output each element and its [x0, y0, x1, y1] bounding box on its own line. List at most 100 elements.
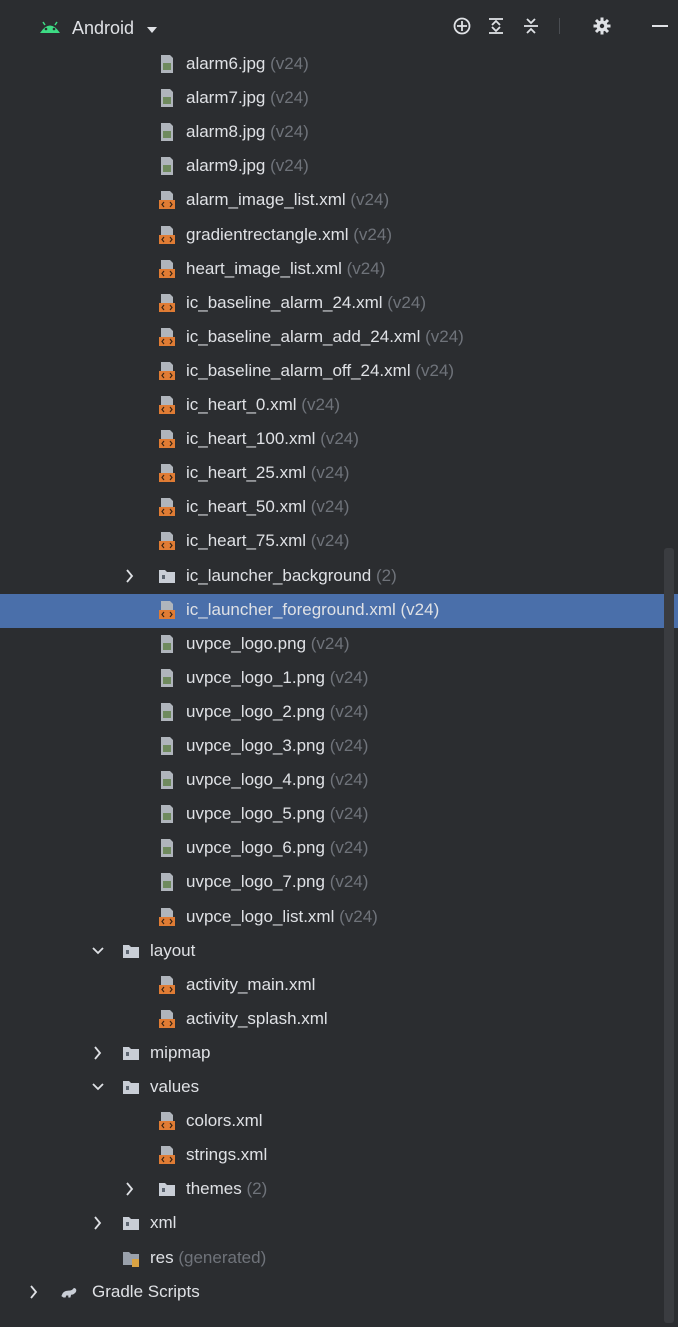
tree-row[interactable]: layout [0, 935, 678, 969]
file-name: uvpce_logo_1.png [186, 667, 325, 687]
xml-file-icon [159, 191, 175, 210]
tree-item-label: ic_heart_0.xml (v24) [186, 395, 340, 415]
tree-item-label: Gradle Scripts [92, 1282, 200, 1302]
file-qualifier: (v24) [324, 872, 369, 892]
tree-item-label: activity_main.xml [186, 975, 315, 995]
file-name: gradientrectangle.xml [186, 224, 349, 244]
xml-file-icon [159, 907, 175, 926]
file-name: values [150, 1077, 200, 1096]
locate-icon[interactable] [452, 16, 472, 36]
xml-file-icon [159, 498, 175, 517]
tree-item-label: values [150, 1077, 199, 1097]
chevron-down-icon[interactable] [146, 26, 158, 34]
tree-row[interactable]: Gradle Scripts [0, 1276, 678, 1310]
tree-row[interactable]: gradientrectangle.xml (v24) [0, 219, 678, 253]
tree-row[interactable]: heart_image_list.xml (v24) [0, 253, 678, 287]
file-name: uvpce_logo_7.png [186, 872, 325, 892]
file-name: uvpce_logo.png [186, 633, 307, 653]
image-file-icon [161, 737, 173, 755]
chevron-right-icon[interactable] [28, 1285, 40, 1299]
image-file-icon [161, 89, 173, 108]
tree-row[interactable]: uvpce_logo_7.png (v24) [0, 866, 678, 900]
file-name: uvpce_logo_2.png [186, 701, 325, 721]
chevron-down-icon[interactable] [92, 1080, 104, 1094]
expand-all-icon[interactable] [486, 16, 506, 36]
tree-item-label: uvpce_logo_3.png (v24) [186, 736, 368, 756]
project-toolbar: Android [0, 0, 678, 48]
file-name: ic_heart_100.xml [186, 429, 316, 449]
tree-row[interactable]: colors.xml [0, 1105, 678, 1139]
tree-row[interactable]: uvpce_logo.png (v24) [0, 628, 678, 662]
tree-row[interactable]: uvpce_logo_2.png (v24) [0, 696, 678, 730]
tree-row[interactable]: uvpce_logo_6.png (v24) [0, 832, 678, 866]
chevron-right-icon[interactable] [92, 1216, 104, 1230]
tree-row-selected[interactable]: ic_launcher_foreground.xml (v24) [0, 593, 678, 628]
hide-icon[interactable] [650, 16, 670, 36]
tree-item-label: ic_baseline_alarm_24.xml (v24) [186, 293, 426, 313]
file-qualifier: (v24) [334, 906, 378, 926]
chevron-down-icon[interactable] [92, 944, 104, 958]
tree-row[interactable]: ic_launcher_background (2) [0, 560, 678, 594]
image-file-icon [161, 634, 173, 653]
tree-row[interactable]: mipmap [0, 1037, 678, 1071]
chevron-right-icon[interactable] [92, 1046, 104, 1060]
tree-row[interactable]: ic_heart_25.xml (v24) [0, 457, 678, 491]
tree-row[interactable]: ic_baseline_alarm_add_24.xml (v24) [0, 321, 678, 355]
tree-item-label: alarm6.jpg (v24) [186, 54, 309, 74]
folder-icon [123, 1046, 139, 1060]
tree-row[interactable]: uvpce_logo_3.png (v24) [0, 730, 678, 764]
folder-icon [123, 944, 139, 958]
file-name: strings.xml [186, 1145, 268, 1165]
scrollbar[interactable] [664, 548, 674, 1323]
xml-file-icon [159, 259, 175, 278]
file-name: uvpce_logo_3.png [186, 736, 325, 755]
tree-row[interactable]: uvpce_logo_5.png (v24) [0, 798, 678, 832]
tree-item-label: alarm9.jpg (v24) [186, 156, 309, 176]
tree-row[interactable]: uvpce_logo_1.png (v24) [0, 662, 678, 696]
tree-row[interactable]: ic_heart_50.xml (v24) [0, 491, 678, 525]
tree-row[interactable]: ic_heart_100.xml (v24) [0, 423, 678, 457]
image-file-icon [161, 123, 173, 142]
tree-row[interactable]: xml [0, 1207, 678, 1241]
collapse-all-icon[interactable] [521, 16, 541, 36]
file-qualifier: (v24) [265, 156, 309, 176]
tree-row[interactable]: alarm6.jpg (v24) [0, 48, 678, 82]
tree-row[interactable]: alarm_image_list.xml (v24) [0, 184, 678, 218]
xml-file-icon [159, 225, 175, 244]
file-name: ic_launcher_background [186, 565, 372, 585]
tree-row[interactable]: uvpce_logo_4.png (v24) [0, 764, 678, 798]
tree-row[interactable]: ic_baseline_alarm_off_24.xml (v24) [0, 355, 678, 389]
view-selector[interactable]: Android [72, 18, 134, 39]
tree-row[interactable]: ic_heart_75.xml (v24) [0, 525, 678, 559]
settings-icon[interactable] [592, 16, 612, 36]
chevron-right-icon[interactable] [124, 1182, 136, 1196]
tree-row[interactable]: ic_heart_0.xml (v24) [0, 389, 678, 423]
tree-row[interactable]: res (generated) [0, 1242, 678, 1276]
xml-file-icon [159, 1009, 175, 1028]
android-icon [40, 21, 60, 33]
tree-row[interactable]: activity_main.xml [0, 969, 678, 1003]
image-file-icon [161, 839, 173, 858]
file-qualifier: (v24) [324, 838, 369, 858]
tree-row[interactable]: themes (2) [0, 1173, 678, 1207]
file-name: ic_heart_50.xml [186, 497, 307, 517]
tree-row[interactable]: alarm8.jpg (v24) [0, 116, 678, 150]
file-qualifier: (v24) [420, 326, 464, 346]
tree-item-label: themes (2) [186, 1179, 267, 1199]
tree-row[interactable]: activity_splash.xml [0, 1003, 678, 1037]
tree-item-label: ic_heart_100.xml (v24) [186, 429, 359, 449]
tree-row[interactable]: strings.xml [0, 1139, 678, 1173]
tree-item-label: res (generated) [150, 1248, 266, 1268]
xml-file-icon [159, 1112, 175, 1131]
file-name: res [150, 1247, 174, 1267]
image-file-icon [161, 157, 173, 176]
tree-row[interactable]: alarm9.jpg (v24) [0, 150, 678, 184]
tree-row[interactable]: ic_baseline_alarm_24.xml (v24) [0, 287, 678, 321]
chevron-right-icon[interactable] [124, 568, 136, 583]
tree-row[interactable]: uvpce_logo_list.xml (v24) [0, 901, 678, 935]
file-name: ic_baseline_alarm_add_24.xml [186, 326, 421, 346]
tree-row[interactable]: values [0, 1071, 678, 1105]
file-qualifier: (generated) [173, 1247, 267, 1267]
tree-row[interactable]: alarm7.jpg (v24) [0, 82, 678, 116]
file-qualifier: (v24) [324, 701, 369, 721]
